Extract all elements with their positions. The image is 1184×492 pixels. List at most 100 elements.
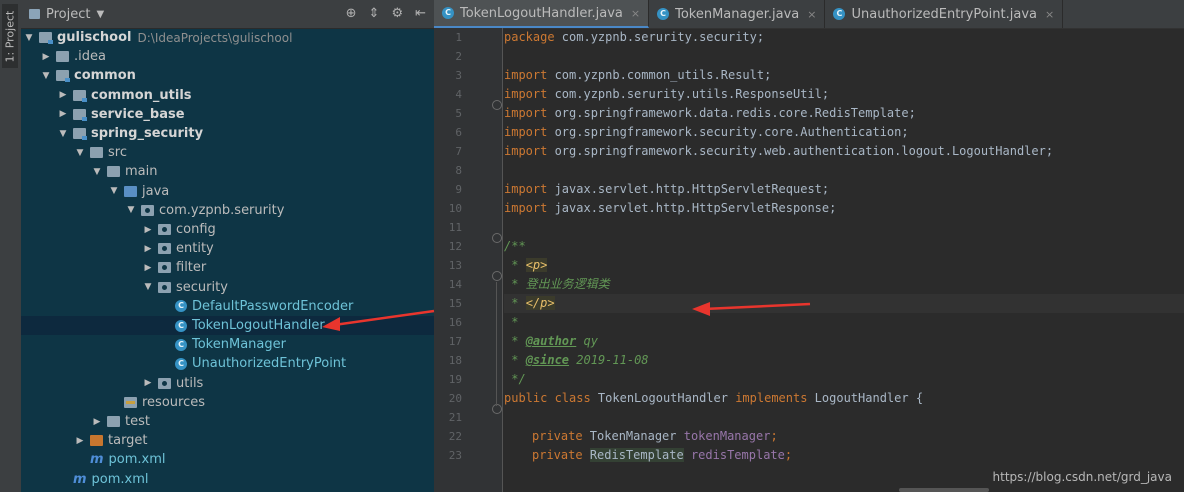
tree-item[interactable]: m pom.xml (21, 470, 434, 489)
tree-item[interactable]: C TokenManager (21, 335, 434, 354)
tree-item[interactable]: ▶ common_utils (21, 86, 434, 105)
fold-marker-icon[interactable] (492, 100, 502, 110)
folder-icon (56, 70, 70, 83)
tree-item[interactable]: ▶ .idea (21, 47, 434, 66)
editor-area: C TokenLogoutHandler.java × C TokenManag… (434, 0, 1184, 492)
line-number: 10 (448, 202, 462, 215)
folder-icon (124, 396, 137, 408)
chevron-down-icon[interactable]: ▼ (57, 129, 69, 139)
line-number-gutter: 1 2 3 4 5 6 7 8 9 10 11 12 13 14 15 16 17 18 19 20 21 22 23 (434, 28, 503, 492)
chevron-down-icon[interactable]: ▼ (125, 205, 137, 215)
tree-item-label: TokenLogoutHandler (192, 318, 325, 333)
collapse-all-icon[interactable]: ⇕ (369, 6, 380, 21)
horizontal-scrollbar[interactable] (899, 488, 989, 492)
tree-item[interactable]: ▼ gulischool D:\IdeaProjects\gulischool (21, 28, 434, 47)
chevron-down-icon[interactable]: ▼ (108, 186, 120, 196)
chevron-down-icon[interactable]: ▼ (74, 148, 86, 158)
tree-item[interactable]: ▶ filter (21, 258, 434, 277)
fold-marker-icon[interactable] (492, 271, 502, 281)
tree-item[interactable]: ▶ service_base (21, 105, 434, 124)
chevron-right-icon[interactable]: ▶ (142, 225, 154, 235)
tree-item[interactable]: ▶ config (21, 220, 434, 239)
chevron-right-icon[interactable]: ▶ (57, 109, 69, 119)
tree-item[interactable]: ▼ security (21, 278, 434, 297)
code-line-9: import javax.servlet.http.HttpServletReq… (504, 182, 830, 196)
line-number: 4 (455, 88, 462, 101)
line-number: 13 (448, 259, 462, 272)
tree-item-label: pom.xml (108, 452, 166, 468)
tab-unauthorized-entry-point[interactable]: C UnauthorizedEntryPoint.java × (825, 0, 1064, 28)
code-line-7: import org.springframework.security.web.… (504, 144, 1054, 158)
tree-item[interactable]: C DefaultPasswordEncoder (21, 297, 434, 316)
line-number: 9 (455, 183, 462, 196)
chevron-right-icon[interactable]: ▶ (142, 244, 154, 254)
chevron-down-icon[interactable]: ▼ (23, 33, 35, 43)
hide-panel-icon[interactable]: ⇤ (415, 6, 426, 21)
close-icon[interactable]: × (807, 8, 816, 21)
fold-marker-icon[interactable] (492, 404, 502, 414)
chevron-down-icon[interactable]: ▼ (96, 9, 104, 20)
chevron-right-icon[interactable]: ▶ (40, 52, 52, 62)
close-icon[interactable]: × (1045, 8, 1054, 21)
tree-item[interactable]: ▼ java (21, 182, 434, 201)
tree-item[interactable]: m pom.xml (21, 450, 434, 469)
line-number: 21 (448, 411, 462, 424)
locate-icon[interactable]: ⊕ (346, 6, 357, 21)
tab-token-manager[interactable]: C TokenManager.java × (649, 0, 826, 28)
code-line-1: package com.yzpnb.serurity.security; (504, 30, 765, 44)
tree-item[interactable]: ▼ common (21, 66, 434, 85)
maven-icon: m (90, 452, 104, 468)
line-number: 11 (448, 221, 462, 234)
tree-item-label: main (125, 164, 158, 180)
close-icon[interactable]: × (631, 7, 640, 20)
folder-icon (73, 89, 87, 102)
tree-item[interactable]: resources (21, 393, 434, 412)
fold-marker-icon[interactable] (492, 233, 502, 243)
tree-item[interactable]: ▶ utils (21, 374, 434, 393)
tree-item[interactable]: ▼ spring_security (21, 124, 434, 143)
code-line-14: * 登出业务逻辑类 (504, 277, 610, 291)
tree-item[interactable]: ▼ main (21, 162, 434, 181)
chevron-right-icon[interactable]: ▶ (142, 378, 154, 388)
project-tool-tab[interactable]: 1: Project (2, 4, 18, 68)
package-icon (158, 281, 171, 293)
line-number: 23 (448, 449, 462, 462)
line-number: 2 (455, 50, 462, 63)
folder-icon (39, 32, 53, 44)
tab-label: TokenManager.java (675, 6, 800, 22)
tree-item-label: utils (176, 375, 204, 391)
class-icon: C (175, 357, 187, 370)
chevron-down-icon[interactable]: ▼ (142, 282, 154, 292)
current-line-highlight (504, 294, 1184, 313)
line-number: 12 (448, 240, 462, 253)
tab-label: UnauthorizedEntryPoint.java (851, 6, 1037, 22)
tree-item[interactable]: C TokenLogoutHandler (21, 316, 434, 335)
tree-item[interactable]: C UnauthorizedEntryPoint (21, 354, 434, 373)
chevron-down-icon[interactable]: ▼ (91, 167, 103, 177)
code-line-12: /** (504, 239, 526, 253)
tree-item-label: gulischool (57, 30, 132, 45)
tree-item[interactable]: ▶ test (21, 412, 434, 431)
chevron-down-icon[interactable]: ▼ (40, 71, 52, 81)
tree-item[interactable]: ▼ src (21, 143, 434, 162)
tree-item[interactable]: ▶ target (21, 431, 434, 450)
project-panel-title: Project (46, 6, 91, 22)
code-line-17: * @author qy (504, 334, 598, 348)
chevron-right-icon[interactable]: ▶ (57, 90, 69, 100)
chevron-right-icon[interactable]: ▶ (142, 263, 154, 273)
tab-token-logout-handler[interactable]: C TokenLogoutHandler.java × (434, 0, 650, 28)
chevron-right-icon[interactable]: ▶ (74, 436, 86, 446)
code-editor[interactable]: package com.yzpnb.serurity.security; imp… (504, 28, 1184, 492)
tree-item-label: TokenManager (192, 337, 286, 353)
tree-item-label: com.yzpnb.serurity (159, 202, 285, 218)
tree-item[interactable]: ▼ com.yzpnb.serurity (21, 201, 434, 220)
gear-icon[interactable]: ⚙ (391, 6, 403, 21)
tree-item[interactable]: ▶ entity (21, 239, 434, 258)
code-line-18: * @since 2019-11-08 (504, 353, 649, 367)
line-number: 16 (448, 316, 462, 329)
chevron-right-icon[interactable]: ▶ (91, 417, 103, 427)
folder-icon (107, 416, 120, 427)
folder-icon (73, 108, 87, 121)
tree-item-label: service_base (91, 106, 185, 122)
project-view-selector[interactable]: Project ▼ (29, 7, 104, 22)
